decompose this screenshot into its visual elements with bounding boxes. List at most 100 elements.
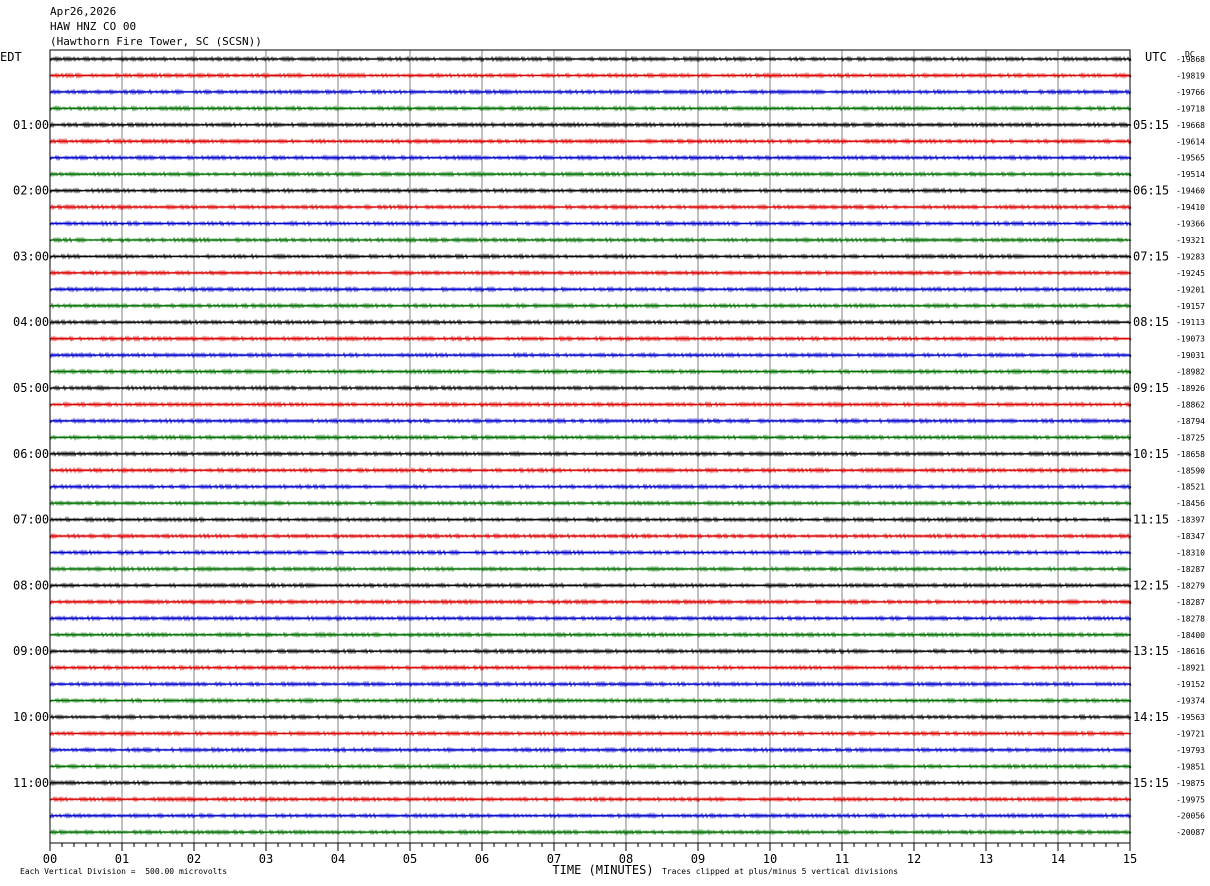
dc-offset-label: -18616: [1176, 647, 1205, 656]
x-tick-label: 04: [331, 852, 345, 866]
dc-offset-label: -18287: [1176, 598, 1205, 607]
seismic-trace: [49, 450, 1132, 458]
left-hour-label: 07:00: [13, 513, 49, 527]
dc-offset-label: -19721: [1176, 729, 1205, 738]
right-hour-label: 10:15: [1133, 447, 1169, 461]
right-hour-label: 07:15: [1133, 249, 1169, 263]
seismic-trace: [49, 335, 1132, 343]
dc-offset-label: -18590: [1176, 466, 1205, 475]
seismic-trace: [49, 664, 1132, 672]
left-hour-label: 01:00: [13, 118, 49, 132]
dc-offset-label: -19718: [1176, 104, 1205, 113]
right-hour-label: 15:15: [1133, 776, 1169, 790]
left-hour-label: 06:00: [13, 447, 49, 461]
x-tick-label: 11: [835, 852, 849, 866]
seismic-trace: [49, 548, 1132, 557]
right-hour-label: 13:15: [1133, 644, 1169, 658]
seismic-trace: [49, 433, 1132, 441]
seismic-trace: [49, 154, 1132, 162]
dc-offset-label: -19875: [1176, 779, 1205, 788]
dc-offset-label: -19157: [1176, 302, 1205, 311]
dc-column-header: DC: [1185, 50, 1195, 59]
dc-offset-label: -18400: [1176, 631, 1205, 640]
dc-offset-label: -18725: [1176, 433, 1205, 442]
x-tick-label: 13: [979, 852, 993, 866]
x-tick-label: 14: [1051, 852, 1065, 866]
dc-offset-label: -19851: [1176, 762, 1205, 771]
left-hour-label: 10:00: [13, 710, 49, 724]
dc-offset-label: -19668: [1176, 121, 1205, 130]
x-tick-label: 06: [475, 852, 489, 866]
dc-offset-label: -18287: [1176, 565, 1205, 574]
dc-offset-label: -19201: [1176, 285, 1205, 294]
left-hour-label: 02:00: [13, 184, 49, 198]
plot-frame: [49, 49, 1131, 844]
seismic-trace: [49, 762, 1132, 770]
seismic-trace: [49, 351, 1132, 359]
seismic-trace: [49, 697, 1132, 705]
x-tick-label: 02: [187, 852, 201, 866]
dc-offset-label: -18658: [1176, 450, 1205, 459]
dc-offset-label: -20056: [1176, 812, 1205, 821]
dc-offset-label: -19321: [1176, 236, 1205, 245]
left-hour-label: 03:00: [13, 249, 49, 263]
dc-offset-label: -18982: [1176, 368, 1205, 377]
seismic-trace: [49, 318, 1132, 326]
right-hour-label: 09:15: [1133, 381, 1169, 395]
dc-offset-label: -19563: [1176, 713, 1205, 722]
seismic-trace: [49, 384, 1132, 392]
right-hour-label: 14:15: [1133, 710, 1169, 724]
left-hour-label: 09:00: [13, 644, 49, 658]
seismic-trace: [49, 532, 1132, 540]
seismic-trace: [49, 779, 1132, 787]
seismic-trace: [49, 565, 1132, 573]
seismic-trace: [49, 598, 1132, 606]
seismic-trace: [49, 71, 1132, 79]
dc-offset-label: -18521: [1176, 483, 1205, 492]
dc-offset-label: -19514: [1176, 170, 1205, 179]
seismic-trace: [49, 400, 1132, 408]
dc-offset-label: -18397: [1176, 516, 1205, 525]
x-tick-label: 10: [763, 852, 777, 866]
seismic-trace: [49, 137, 1132, 145]
x-tick-label: 12: [907, 852, 921, 866]
dc-offset-label: -19565: [1176, 154, 1205, 163]
left-hour-label: 11:00: [13, 776, 49, 790]
dc-offset-label: -19113: [1176, 318, 1205, 327]
seismic-traces: [49, 55, 1132, 836]
right-hour-label: 11:15: [1133, 513, 1169, 527]
seismic-trace: [49, 236, 1132, 244]
seismic-trace: [49, 368, 1132, 376]
dc-offset-label: -18926: [1176, 384, 1205, 393]
right-hour-label: 05:15: [1133, 118, 1169, 132]
seismic-trace: [49, 795, 1132, 803]
dc-offset-label: -19366: [1176, 220, 1205, 229]
right-hour-label: 12:15: [1133, 578, 1169, 592]
dc-offset-label: -19614: [1176, 137, 1205, 146]
dc-offset-label: -19374: [1176, 697, 1205, 706]
x-tick-label: 00: [43, 852, 57, 866]
dc-offset-label: -19031: [1176, 351, 1205, 360]
seismic-trace: [49, 88, 1132, 96]
dc-offset-label: -19152: [1176, 680, 1205, 689]
x-tick-label: 03: [259, 852, 273, 866]
dc-offset-label: -18794: [1176, 417, 1205, 426]
dc-offset-label: -19766: [1176, 88, 1205, 97]
dc-offset-label: -19975: [1176, 795, 1205, 804]
seismic-trace: [49, 104, 1132, 112]
seismic-trace: [49, 729, 1132, 737]
dc-offset-label: -18310: [1176, 549, 1205, 558]
seismic-trace: [49, 219, 1132, 228]
seismic-trace: [49, 680, 1132, 688]
seismic-trace: [49, 55, 1132, 63]
seismic-trace: [49, 483, 1132, 491]
seismic-trace: [49, 713, 1132, 721]
left-hour-label: 08:00: [13, 578, 49, 592]
dc-offset-label: -18862: [1176, 400, 1205, 409]
seismic-trace: [49, 187, 1132, 195]
dc-offset-label: -20087: [1176, 828, 1205, 837]
seismic-trace: [49, 828, 1132, 836]
dc-offset-label: -18921: [1176, 664, 1205, 673]
dc-offset-label: -19073: [1176, 335, 1205, 344]
seismic-trace: [49, 581, 1132, 589]
